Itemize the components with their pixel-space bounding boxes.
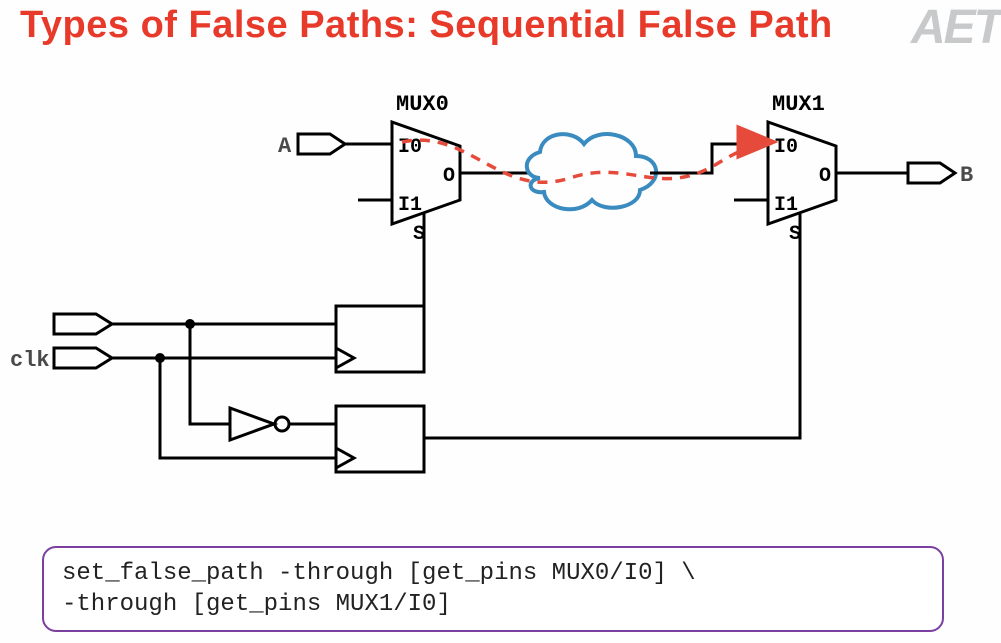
port-clk: clk <box>10 348 112 373</box>
mux0-i1: I1 <box>398 194 422 217</box>
label-B: B <box>960 163 973 188</box>
inverter <box>230 408 289 440</box>
wire-clk <box>112 353 336 458</box>
mux0-o: O <box>443 165 455 188</box>
port-sel <box>54 314 112 334</box>
mux1-name: MUX1 <box>772 92 825 117</box>
wire-sel <box>112 319 336 424</box>
code-line-2: -through [get_pins MUX1/I0] <box>62 589 924 620</box>
label-clk: clk <box>10 348 50 373</box>
mux1: MUX1 I0 I1 O S <box>734 92 908 246</box>
mux1-i0: I0 <box>774 136 798 159</box>
code-line-1: set_false_path -through [get_pins MUX0/I… <box>62 558 924 589</box>
code-box: set_false_path -through [get_pins MUX0/I… <box>42 546 944 632</box>
mux1-o: O <box>819 165 831 188</box>
ff0 <box>336 214 424 372</box>
port-B: B <box>908 163 973 188</box>
ff1 <box>336 214 800 472</box>
mux0-name: MUX0 <box>396 92 449 117</box>
mux0: MUX0 I0 I1 O S <box>358 92 530 246</box>
port-A: A <box>278 134 392 159</box>
mux1-i1: I1 <box>774 194 798 217</box>
label-A: A <box>278 134 292 159</box>
